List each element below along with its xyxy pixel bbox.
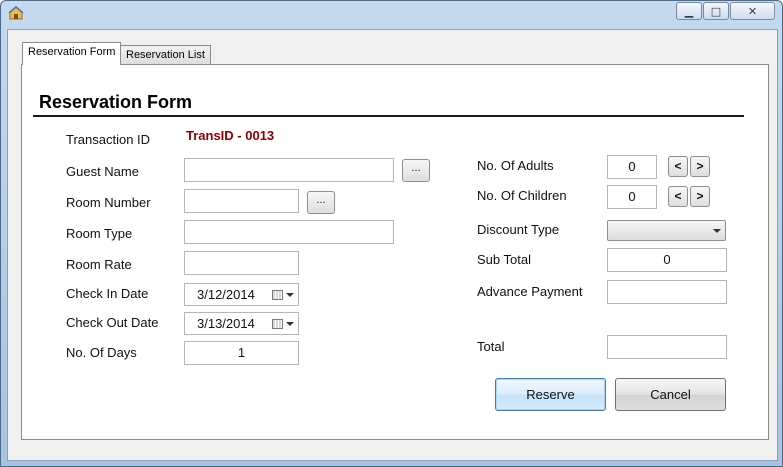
chevron-down-icon <box>286 293 294 297</box>
no-of-days-input[interactable]: 1 <box>184 341 299 365</box>
chevron-down-icon <box>286 322 294 326</box>
cancel-button[interactable]: Cancel <box>615 378 726 411</box>
calendar-icon[interactable] <box>272 290 283 300</box>
check-in-date-value: 3/12/2014 <box>197 287 255 302</box>
check-out-label: Check Out Date <box>66 315 159 330</box>
no-of-adults-label: No. Of Adults <box>477 158 554 173</box>
calendar-icon[interactable] <box>272 319 283 329</box>
check-in-date-picker[interactable]: 3/12/2014 <box>184 283 299 306</box>
room-number-label: Room Number <box>66 195 151 210</box>
check-in-label: Check In Date <box>66 286 149 301</box>
no-of-children-input[interactable]: 0 <box>607 185 657 209</box>
children-increment-button[interactable]: > <box>690 186 710 207</box>
guest-browse-button[interactable]: ... <box>402 159 430 182</box>
maximize-button[interactable]: □ <box>703 2 729 20</box>
room-type-label: Room Type <box>66 226 133 241</box>
tab-label: Reservation Form <box>28 46 116 58</box>
guest-name-label: Guest Name <box>66 164 139 179</box>
no-of-adults-input[interactable]: 0 <box>607 155 657 179</box>
chevron-down-icon <box>713 229 721 233</box>
sub-total-input[interactable]: 0 <box>607 248 727 272</box>
tab-reservation-list[interactable]: Reservation List <box>120 45 211 65</box>
reserve-button[interactable]: Reserve <box>495 378 606 411</box>
discount-type-select[interactable] <box>607 220 726 241</box>
room-browse-button[interactable]: ... <box>307 191 335 214</box>
minimize-button[interactable]: ▁ <box>676 2 702 20</box>
room-rate-label: Room Rate <box>66 257 132 272</box>
check-out-date-value: 3/13/2014 <box>197 316 255 331</box>
discount-type-label: Discount Type <box>477 222 560 237</box>
total-label: Total <box>477 339 505 354</box>
room-number-input[interactable] <box>184 189 299 213</box>
header-divider <box>33 115 744 117</box>
guest-name-input[interactable] <box>184 158 394 182</box>
app-icon <box>8 6 24 20</box>
tab-label: Reservation List <box>126 49 205 61</box>
maximize-icon: □ <box>710 4 722 18</box>
sub-total-label: Sub Total <box>477 252 531 267</box>
adults-increment-button[interactable]: > <box>690 156 710 177</box>
app-window: ▁ □ ✕ Reservation Form Reservation List … <box>0 0 783 467</box>
children-decrement-button[interactable]: < <box>668 186 688 207</box>
close-button[interactable]: ✕ <box>730 2 775 20</box>
form-header: Reservation Form <box>39 92 193 112</box>
tab-reservation-form[interactable]: Reservation Form <box>22 42 122 65</box>
adults-decrement-button[interactable]: < <box>668 156 688 177</box>
title-bar: ▁ □ ✕ <box>1 1 782 25</box>
transaction-id-label: Transaction ID <box>66 132 151 147</box>
reservation-form-page: Reservation Form Transaction ID TransID … <box>21 64 769 440</box>
minimize-icon: ▁ <box>684 4 694 18</box>
check-out-date-picker[interactable]: 3/13/2014 <box>184 312 299 335</box>
no-of-children-label: No. Of Children <box>477 188 567 203</box>
room-type-input[interactable] <box>184 220 394 244</box>
advance-payment-input[interactable] <box>607 280 727 304</box>
total-input[interactable] <box>607 335 727 359</box>
advance-payment-label: Advance Payment <box>477 284 583 299</box>
transaction-id-value: TransID - 0013 <box>186 128 275 143</box>
client-area: Reservation Form Reservation List Reserv… <box>7 29 778 461</box>
no-of-days-label: No. Of Days <box>66 345 137 360</box>
close-icon: ✕ <box>747 4 758 18</box>
room-rate-input[interactable] <box>184 251 299 275</box>
